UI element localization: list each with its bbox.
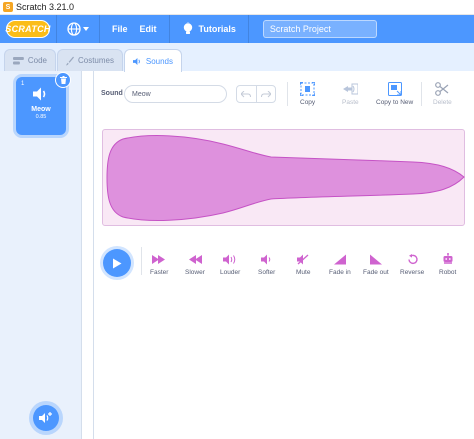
sound-name-label: Sound bbox=[101, 90, 123, 97]
tab-costumes[interactable]: Costumes bbox=[57, 49, 123, 71]
toolbar-divider bbox=[421, 82, 422, 106]
edit-menu[interactable]: Edit bbox=[134, 15, 163, 43]
undo-icon bbox=[241, 90, 252, 97]
toolbar-divider bbox=[287, 82, 288, 106]
effect-softer-label: Softer bbox=[258, 269, 276, 276]
effect-robot-button[interactable]: Robot bbox=[439, 253, 456, 276]
menu-divider bbox=[56, 15, 57, 43]
speaker-icon bbox=[33, 87, 46, 101]
robot-icon bbox=[443, 253, 453, 264]
sound-list-panel: 1 Meow 0.85 bbox=[0, 71, 82, 439]
undo-redo-group bbox=[236, 85, 276, 103]
editor-tabs: Code Costumes Sounds bbox=[0, 43, 474, 72]
play-sound-button[interactable] bbox=[103, 249, 131, 277]
delete-label: Delete bbox=[433, 99, 452, 106]
file-menu[interactable]: File bbox=[106, 15, 134, 43]
effect-slower-label: Slower bbox=[185, 269, 205, 276]
add-sound-icon bbox=[39, 412, 52, 423]
menu-bar: SCRATCH File Edit Tutorials Scratch Proj… bbox=[0, 15, 474, 43]
tab-sounds[interactable]: Sounds bbox=[124, 49, 182, 72]
delete-button[interactable]: Delete bbox=[433, 82, 452, 106]
faster-icon bbox=[152, 254, 166, 264]
project-title-input[interactable]: Scratch Project bbox=[262, 20, 377, 38]
sound-index: 1 bbox=[21, 81, 25, 87]
reverse-icon bbox=[408, 253, 418, 264]
menu-divider bbox=[247, 15, 249, 43]
sound-tile-meow[interactable]: 1 Meow 0.85 bbox=[16, 72, 71, 135]
waveform-shape bbox=[106, 135, 465, 221]
menu-divider bbox=[168, 15, 170, 43]
undo-button[interactable] bbox=[237, 86, 256, 102]
tab-code[interactable]: Code bbox=[4, 49, 56, 71]
paste-button[interactable]: Paste bbox=[342, 82, 359, 106]
effects-divider bbox=[141, 247, 142, 275]
effect-fade-out-button[interactable]: Fade out bbox=[363, 253, 389, 276]
fade-out-icon bbox=[369, 254, 382, 264]
tab-sounds-label: Sounds bbox=[145, 56, 173, 66]
tutorials-label: Tutorials bbox=[198, 24, 236, 34]
paste-icon bbox=[342, 83, 358, 95]
effect-reverse-button[interactable]: Reverse bbox=[400, 253, 424, 276]
copy-to-new-button[interactable]: Copy to New bbox=[376, 82, 413, 106]
window-titlebar: S Scratch 3.21.0 bbox=[0, 0, 474, 15]
play-icon bbox=[113, 258, 122, 268]
language-menu[interactable] bbox=[63, 22, 93, 36]
softer-icon bbox=[261, 254, 271, 264]
speaker-icon bbox=[133, 57, 140, 65]
tutorials-button[interactable]: Tutorials bbox=[176, 22, 242, 36]
effect-reverse-label: Reverse bbox=[400, 269, 425, 276]
slower-icon bbox=[188, 254, 202, 264]
effect-louder-label: Louder bbox=[220, 269, 241, 276]
effect-faster-label: Faster bbox=[150, 269, 169, 276]
lightbulb-icon bbox=[183, 22, 192, 34]
delete-sound-button[interactable] bbox=[55, 72, 71, 88]
waveform-graph bbox=[106, 135, 465, 221]
choose-sound-button[interactable] bbox=[33, 405, 59, 431]
waveform-display[interactable] bbox=[102, 129, 465, 226]
copy-icon bbox=[300, 82, 316, 96]
copy-button[interactable]: Copy bbox=[300, 82, 315, 106]
copy-label: Copy bbox=[300, 99, 316, 106]
redo-icon bbox=[260, 90, 271, 97]
effect-slower-button[interactable]: Slower bbox=[185, 253, 205, 276]
tab-costumes-label: Costumes bbox=[77, 56, 114, 65]
copy-to-new-label: Copy to New bbox=[376, 99, 414, 106]
fade-in-icon bbox=[333, 254, 346, 264]
globe-icon bbox=[67, 22, 81, 36]
effect-mute-label: Mute bbox=[296, 269, 311, 276]
effect-softer-button[interactable]: Softer bbox=[258, 253, 275, 276]
mute-icon bbox=[297, 254, 309, 264]
brush-icon bbox=[66, 56, 74, 65]
scratch-logo[interactable]: SCRATCH bbox=[5, 20, 50, 38]
scratch-app-icon: S bbox=[3, 2, 13, 12]
code-icon bbox=[13, 56, 24, 64]
tab-code-label: Code bbox=[27, 56, 47, 65]
caret-down-icon bbox=[83, 27, 89, 31]
sound-tile-duration: 0.85 bbox=[35, 114, 47, 120]
effect-fade-in-button[interactable]: Fade in bbox=[329, 253, 351, 276]
sound-tile-name: Meow bbox=[31, 106, 51, 113]
effect-faster-button[interactable]: Faster bbox=[150, 253, 168, 276]
menu-divider bbox=[99, 15, 100, 43]
effect-mute-button[interactable]: Mute bbox=[296, 253, 310, 276]
trash-icon bbox=[59, 76, 67, 84]
louder-icon bbox=[223, 254, 236, 264]
effect-fade-in-label: Fade in bbox=[329, 269, 351, 276]
redo-button[interactable] bbox=[255, 86, 276, 102]
copy-to-new-icon bbox=[387, 82, 402, 96]
effect-fade-out-label: Fade out bbox=[363, 269, 389, 276]
scissors-icon bbox=[435, 82, 449, 96]
paste-label: Paste bbox=[342, 99, 359, 106]
window-title: Scratch 3.21.0 bbox=[16, 2, 75, 12]
effect-robot-label: Robot bbox=[439, 269, 457, 276]
sound-name-input[interactable]: Meow bbox=[124, 85, 227, 103]
effect-louder-button[interactable]: Louder bbox=[220, 253, 240, 276]
